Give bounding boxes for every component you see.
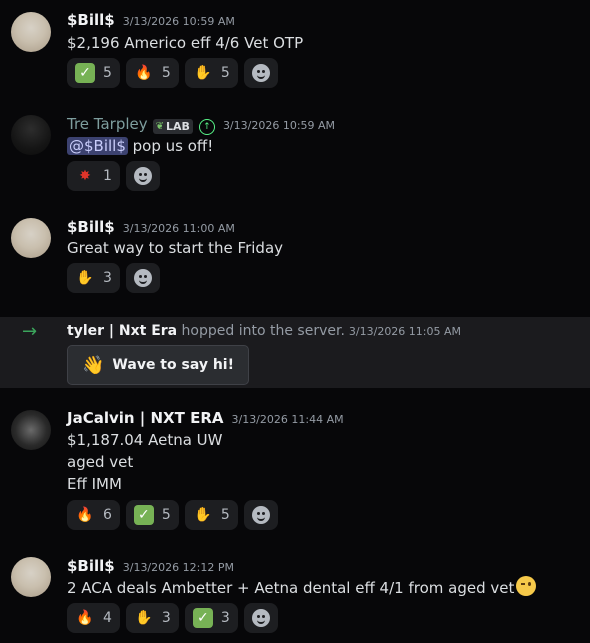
add-reaction-button[interactable] <box>243 500 278 530</box>
fire-icon: 🔥 <box>76 507 94 523</box>
reaction-check[interactable]: ✓ 5 <box>67 58 120 88</box>
message: JaCalvin | NXT ERA 3/13/2026 11:44 AM $1… <box>0 398 590 538</box>
timestamp: 3/13/2026 11:44 AM <box>231 413 344 426</box>
reaction-fire[interactable]: 🔥 4 <box>67 603 120 633</box>
avatar[interactable] <box>11 218 51 258</box>
user-mention[interactable]: @$Bill$ <box>67 137 128 155</box>
message-text: 2 ACA deals Ambetter + Aetna dental eff … <box>67 576 537 599</box>
timestamp: 3/13/2026 11:00 AM <box>122 222 235 235</box>
message: $Bill$ 3/13/2026 10:59 AM $2,196 Americo… <box>0 0 590 95</box>
add-reaction-button[interactable] <box>243 58 278 88</box>
fire-icon: 🔥 <box>76 610 94 626</box>
message-line: aged vet <box>67 453 134 471</box>
avatar[interactable] <box>11 557 51 597</box>
join-arrow-icon: → <box>22 321 38 342</box>
smiley-icon <box>251 609 270 627</box>
message-text: Great way to start the Friday <box>67 239 284 257</box>
collision-icon: ✸ <box>79 168 91 184</box>
timestamp: 3/13/2026 10:59 AM <box>222 119 336 132</box>
message-text: $2,196 Americo eff 4/6 Vet OTP <box>67 34 304 52</box>
timestamp: 3/13/2026 11:05 AM <box>348 325 462 338</box>
call-me-hand-icon: ✋ <box>194 507 212 523</box>
join-message: → tyler | Nxt Era hopped into the server… <box>0 317 590 388</box>
add-reaction-button[interactable] <box>125 263 160 293</box>
author-name[interactable]: JaCalvin | NXT ERA <box>67 409 223 427</box>
message: $Bill$ 3/13/2026 11:00 AM Great way to s… <box>0 207 590 302</box>
message-line: $1,187.04 Aetna UW <box>67 431 223 449</box>
join-text: tyler | Nxt Era hopped into the server. 3… <box>67 323 462 339</box>
check-mark-icon: ✓ <box>133 505 154 525</box>
smiley-icon <box>133 167 152 185</box>
avatar[interactable] <box>11 410 51 450</box>
call-me-hand-icon: ✋ <box>76 270 94 286</box>
author-name[interactable]: $Bill$ <box>67 11 115 29</box>
timestamp: 3/13/2026 12:12 PM <box>122 561 234 574</box>
author-name[interactable]: $Bill$ <box>67 218 115 236</box>
winking-face-icon <box>516 576 537 596</box>
smiley-icon <box>133 269 152 287</box>
reaction-hand[interactable]: ✋ 5 <box>184 500 238 530</box>
author-name[interactable]: Tre Tarpley <box>67 115 148 133</box>
server-tag-badge[interactable]: ❦ LAB <box>152 119 193 134</box>
message: $Bill$ 3/13/2026 12:12 PM 2 ACA deals Am… <box>0 546 590 643</box>
wave-sticker-icon: 👋 <box>82 354 105 376</box>
message-line: Eff IMM <box>67 475 122 493</box>
author-name[interactable]: $Bill$ <box>67 557 115 575</box>
smiley-icon <box>251 64 270 82</box>
reaction-fire[interactable]: 🔥 5 <box>125 58 179 88</box>
check-mark-icon: ✓ <box>75 63 95 83</box>
call-me-hand-icon: ✋ <box>135 610 153 626</box>
message-text: @$Bill$ pop us off! <box>67 137 214 155</box>
reaction-fire[interactable]: 🔥 6 <box>67 500 120 530</box>
boost-icon[interactable]: ↑ <box>198 119 215 135</box>
smiley-icon <box>251 506 270 524</box>
reaction-hand[interactable]: ✋ 5 <box>184 58 238 88</box>
reaction-hand[interactable]: ✋ 3 <box>67 263 120 293</box>
reaction-collision[interactable]: ✸ 1 <box>67 161 120 191</box>
message: Tre Tarpley ❦ LAB ↑ 3/13/2026 10:59 AM @$… <box>0 105 590 200</box>
check-mark-icon: ✓ <box>192 608 213 628</box>
reaction-check[interactable]: ✓ 5 <box>125 500 179 530</box>
add-reaction-button[interactable] <box>243 603 278 633</box>
reaction-hand[interactable]: ✋ 3 <box>125 603 179 633</box>
join-username[interactable]: tyler | Nxt Era <box>67 323 177 339</box>
avatar[interactable] <box>11 12 51 52</box>
wave-button[interactable]: 👋 Wave to say hi! <box>67 345 249 385</box>
call-me-hand-icon: ✋ <box>194 65 212 81</box>
fire-icon: 🔥 <box>135 65 153 81</box>
timestamp: 3/13/2026 10:59 AM <box>122 15 235 28</box>
reaction-check[interactable]: ✓ 3 <box>184 603 238 633</box>
leaf-icon: ❦ <box>155 121 165 132</box>
avatar[interactable] <box>11 115 51 155</box>
add-reaction-button[interactable] <box>125 161 160 191</box>
